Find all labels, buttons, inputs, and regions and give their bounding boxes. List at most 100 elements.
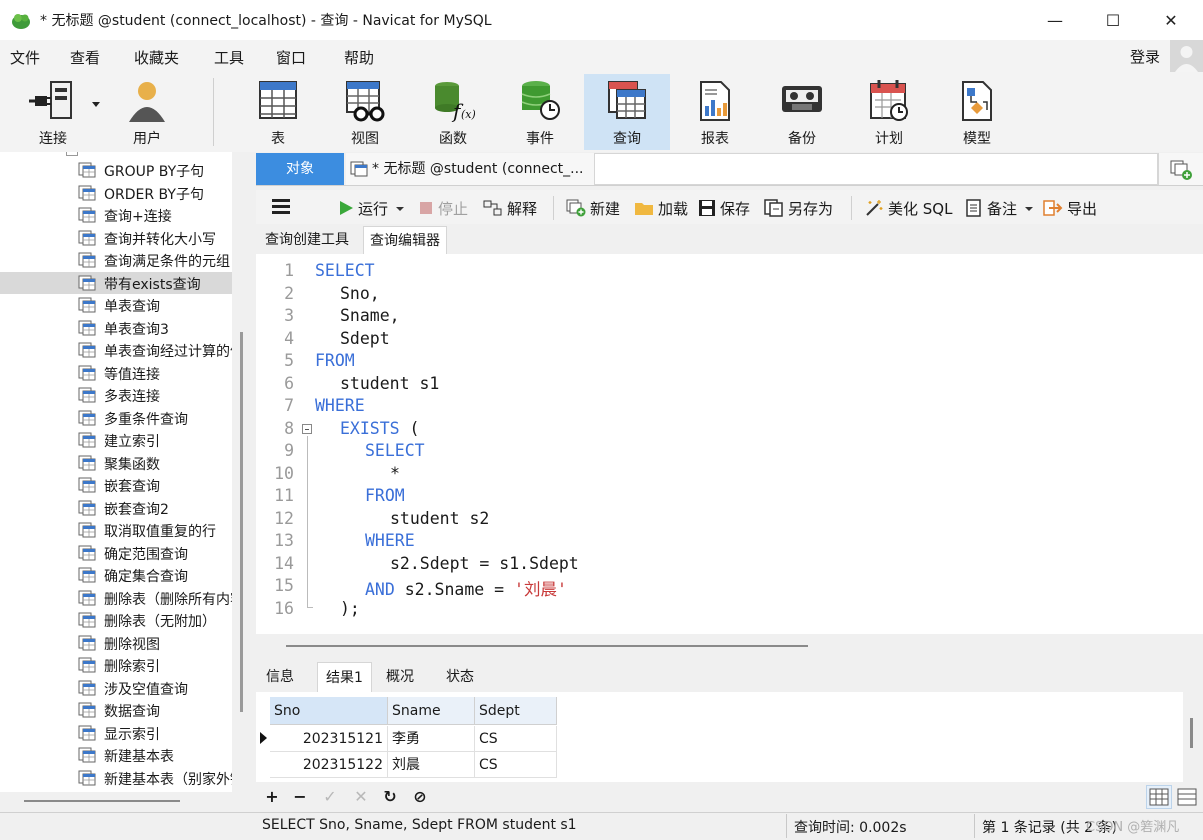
column-header-sno[interactable]: Sno — [270, 697, 388, 725]
load-button[interactable]: 加载 — [634, 198, 688, 218]
toolbar-connection-button[interactable]: 连接 — [10, 74, 96, 150]
minimize-button[interactable]: — — [1027, 0, 1083, 40]
stop-fetch-button[interactable]: ⊘ — [410, 788, 430, 806]
chevron-down-icon[interactable] — [1023, 200, 1035, 216]
toolbar-backup-button[interactable]: 备份 — [759, 74, 845, 150]
column-header-sdept[interactable]: Sdept — [475, 697, 557, 725]
toolbar-event-button[interactable]: 事件 — [497, 74, 583, 150]
tree-item[interactable]: 取消取值重复的行 — [0, 519, 232, 542]
menu-view[interactable]: 查看 — [70, 47, 100, 68]
grid-view-button[interactable] — [1146, 785, 1172, 809]
code-line[interactable]: 14 s2.Sdept = s1.Sdept — [256, 554, 1203, 577]
table-cell[interactable]: 202315122 — [270, 752, 388, 778]
save-as-button[interactable]: 另存为 — [764, 198, 833, 218]
tree-item[interactable]: 单表查询 — [0, 294, 232, 317]
tab-status[interactable]: 状态 — [438, 662, 482, 692]
tree-item[interactable]: 查询+连接 — [0, 204, 232, 227]
editor-hscroll-thumb[interactable] — [286, 645, 808, 647]
table-cell[interactable]: 李勇 — [388, 726, 475, 752]
code-line[interactable]: 1 SELECT — [256, 261, 1203, 284]
tree-item[interactable]: 单表查询3 — [0, 317, 232, 340]
tree-item[interactable]: GROUP BY子句 — [0, 159, 232, 182]
code-line[interactable]: 8 EXISTS ( — [256, 419, 1203, 442]
tree-item[interactable]: 带有exists查询 — [0, 271, 232, 294]
code-line[interactable]: 2 Sno, — [256, 284, 1203, 307]
grid-scroll-thumb[interactable] — [1190, 718, 1193, 748]
toolbar-schedule-button[interactable]: 计划 — [846, 74, 932, 150]
chevron-down-icon[interactable] — [92, 102, 100, 107]
tree-item[interactable]: 确定集合查询 — [0, 564, 232, 587]
refresh-button[interactable]: ↻ — [380, 788, 400, 806]
tree-item[interactable]: 新建基本表（别家外键） — [0, 767, 232, 790]
tree-item[interactable]: 嵌套查询2 — [0, 497, 232, 520]
discard-changes-button[interactable]: ✕ — [351, 788, 371, 806]
toolbar-report-button[interactable]: 报表 — [672, 74, 758, 150]
tree-item[interactable]: 删除视图 — [0, 632, 232, 655]
column-header-sname[interactable]: Sname — [388, 697, 475, 725]
save-button[interactable]: 保存 — [698, 198, 750, 218]
tree-collapse-box[interactable] — [66, 152, 78, 156]
tab-objects[interactable]: 对象 — [256, 153, 344, 185]
tree-hscroll-thumb[interactable] — [24, 800, 180, 802]
menu-favorites[interactable]: 收藏夹 — [134, 47, 179, 68]
menu-window[interactable]: 窗口 — [276, 47, 306, 68]
hamburger-menu-icon[interactable] — [272, 199, 290, 215]
menu-help[interactable]: 帮助 — [344, 47, 374, 68]
tree-item[interactable]: 显示索引 — [0, 722, 232, 745]
tree-item[interactable]: ORDER BY子句 — [0, 182, 232, 205]
code-line[interactable]: 3 Sname, — [256, 306, 1203, 329]
toolbar-query-button[interactable]: 查询 — [584, 74, 670, 150]
tree-item[interactable]: 建立索引 — [0, 429, 232, 452]
code-line[interactable]: 6 student s1 — [256, 374, 1203, 397]
stop-button[interactable]: 停止 — [418, 198, 468, 218]
tree-item[interactable]: 数据查询 — [0, 699, 232, 722]
tab-query-builder[interactable]: 查询创建工具 — [259, 226, 355, 254]
tree-item[interactable]: 单表查询经过计算的值 — [0, 339, 232, 362]
menu-tools[interactable]: 工具 — [214, 47, 244, 68]
tree-scroll-thumb[interactable] — [240, 332, 243, 712]
menu-file[interactable]: 文件 — [10, 47, 40, 68]
tree-vertical-scrollbar[interactable] — [232, 152, 254, 792]
code-line[interactable]: 5 FROM — [256, 351, 1203, 374]
login-link[interactable]: 登录 — [1130, 46, 1160, 67]
toolbar-view-button[interactable]: 视图 — [322, 74, 408, 150]
toolbar-function-button[interactable]: f (x) 函数 — [410, 74, 496, 150]
tree-item[interactable]: 查询并转化大小写 — [0, 227, 232, 250]
add-record-button[interactable]: + — [262, 788, 282, 806]
new-tab-button[interactable] — [1158, 153, 1203, 185]
close-button[interactable]: ✕ — [1143, 0, 1199, 40]
code-line[interactable]: 7 WHERE — [256, 396, 1203, 419]
sql-editor[interactable]: 1 SELECT 2 Sno, 3 Sname, 4 Sdept 5 FROM 6 student s… — [256, 254, 1203, 634]
chevron-down-icon[interactable] — [394, 200, 406, 216]
code-line[interactable]: 15 AND s2.Sname = '刘晨' — [256, 576, 1203, 599]
fold-toggle-icon[interactable] — [302, 424, 312, 434]
toolbar-table-button[interactable]: 表 — [235, 74, 321, 150]
tree-item[interactable]: 等值连接 — [0, 362, 232, 385]
table-cell[interactable]: 刘晨 — [388, 752, 475, 778]
tree-item[interactable]: 涉及空值查询 — [0, 677, 232, 700]
table-cell[interactable]: CS — [475, 726, 557, 752]
tree-item[interactable]: 多重条件查询 — [0, 407, 232, 430]
comment-button[interactable]: 备注 — [965, 198, 1039, 218]
tree-item[interactable]: 删除表（删除所有内容） — [0, 587, 232, 610]
export-button[interactable]: 导出 — [1043, 198, 1097, 218]
code-line[interactable]: 11 FROM — [256, 486, 1203, 509]
grid-vertical-scrollbar[interactable] — [1183, 692, 1203, 782]
tree-item[interactable]: 聚集函数 — [0, 452, 232, 475]
avatar[interactable] — [1170, 40, 1203, 72]
tree-item[interactable]: 删除索引 — [0, 654, 232, 677]
delete-record-button[interactable]: − — [290, 788, 310, 806]
code-line[interactable]: 13 WHERE — [256, 531, 1203, 554]
tab-profile[interactable]: 概况 — [378, 662, 422, 692]
tab-query-editor[interactable]: 查询编辑器 — [363, 226, 447, 254]
table-cell[interactable]: CS — [475, 752, 557, 778]
run-button[interactable]: 运行 — [338, 198, 410, 218]
code-line[interactable]: 10 * — [256, 464, 1203, 487]
explain-button[interactable]: 解释 — [483, 198, 537, 218]
tree-item[interactable]: 嵌套查询 — [0, 474, 232, 497]
tree-item[interactable]: 多表连接 — [0, 384, 232, 407]
toolbar-model-button[interactable]: 模型 — [934, 74, 1020, 150]
tree-item[interactable]: 确定范围查询 — [0, 542, 232, 565]
new-query-button[interactable]: 新建 — [566, 198, 620, 218]
tab-info[interactable]: 信息 — [258, 662, 302, 692]
